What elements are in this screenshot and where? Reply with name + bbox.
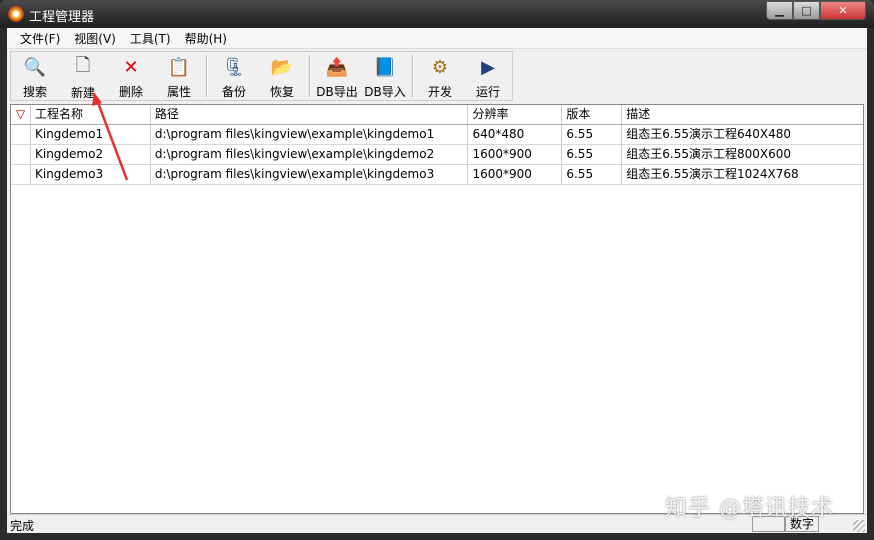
delete-icon: ✕ <box>123 57 139 78</box>
watermark: 知乎 @塔讯技术 <box>665 496 834 521</box>
menu-bar: 文件(F) 视图(V) 工具(T) 帮助(H) <box>7 28 867 49</box>
toolbar-label: 新建 <box>70 86 95 100</box>
row-flag <box>11 165 31 184</box>
toolbar-button-0[interactable]: 🔍 搜索 <box>11 52 59 100</box>
resize-grip[interactable] <box>853 520 865 532</box>
cell: 6.55 <box>562 125 623 144</box>
flag-icon[interactable]: ▽ <box>11 105 31 124</box>
cell: 1600*900 <box>468 165 563 184</box>
menu-help[interactable]: 帮助(H) <box>178 30 234 47</box>
menu-tools[interactable]: 工具(T) <box>123 30 178 47</box>
toolbar-button-2[interactable]: ✕ 删除 <box>107 52 155 100</box>
header-description[interactable]: 描述 <box>622 105 863 124</box>
cell: 组态王6.55演示工程640X480 <box>626 127 792 141</box>
toolbar-label: DB导出 <box>316 85 358 99</box>
toolbar-label: 备份 <box>221 85 246 99</box>
row-flag <box>11 125 31 144</box>
cell: 1600*900 <box>468 145 563 164</box>
minimize-button[interactable]: ▁ <box>766 1 793 20</box>
cell: d:\program files\kingview\example\kingde… <box>151 145 469 164</box>
window-title: 工程管理器 <box>29 10 95 25</box>
properties-icon: 📋 <box>167 57 191 78</box>
header-name[interactable]: 工程名称 <box>31 105 151 124</box>
project-table: ▽ 工程名称 路径 分辨率 版本 描述 Kingdemo1 d:\program … <box>10 104 864 514</box>
toolbar-label: 删除 <box>118 85 143 99</box>
toolbar-button-5[interactable]: 📂 恢复 <box>258 52 306 100</box>
close-button[interactable]: ✕ <box>820 1 866 20</box>
toolbar-label: 开发 <box>427 85 452 99</box>
cell: 组态王6.55演示工程1024X768 <box>626 167 799 181</box>
toolbar-button-7[interactable]: 📘 DB导入 <box>361 52 409 100</box>
db-export-icon: 📤 <box>325 57 349 78</box>
maximize-button[interactable]: □ <box>793 1 820 20</box>
toolbar-label: 运行 <box>475 85 500 99</box>
cell: Kingdemo2 <box>31 145 151 164</box>
search-icon: 🔍 <box>23 57 47 78</box>
cell: 6.55 <box>562 145 623 164</box>
menu-file[interactable]: 文件(F) <box>13 30 67 47</box>
new-file-icon: 🗋 <box>75 55 91 76</box>
toolbar-button-4[interactable]: 🗜 备份 <box>210 52 258 100</box>
toolbar-separator <box>206 55 207 97</box>
table-row[interactable]: Kingdemo3 d:\program files\kingview\examp… <box>11 165 863 185</box>
client-area: 文件(F) 视图(V) 工具(T) 帮助(H) 🔍 搜索 🗋 新建 ✕ 删除 📋 属性 🗜 备份 📂… <box>7 28 867 533</box>
header-path[interactable]: 路径 <box>151 105 469 124</box>
toolbar-label: 属性 <box>166 85 191 99</box>
backup-icon: 🗜 <box>222 57 246 78</box>
title-bar: 工程管理器 ▁ □ ✕ <box>0 0 874 28</box>
cell: d:\program files\kingview\example\kingde… <box>151 125 469 144</box>
toolbar: 🔍 搜索 🗋 新建 ✕ 删除 📋 属性 🗜 备份 📂 恢复 📤 DB导出 📘 DB导入 ⚙ 开发 ▶ 运行 <box>10 51 513 101</box>
toolbar-button-1[interactable]: 🗋 新建 <box>59 52 107 100</box>
cell: Kingdemo3 <box>31 165 151 184</box>
cell: Kingdemo1 <box>31 125 151 144</box>
toolbar-button-9[interactable]: ▶ 运行 <box>464 52 512 100</box>
table-row[interactable]: Kingdemo1 d:\program files\kingview\examp… <box>11 125 863 145</box>
restore-icon: 📂 <box>270 57 294 78</box>
run-icon: ▶ <box>481 57 495 78</box>
cell: 640*480 <box>468 125 563 144</box>
table-row[interactable]: Kingdemo2 d:\program files\kingview\examp… <box>11 145 863 165</box>
toolbar-button-6[interactable]: 📤 DB导出 <box>313 52 361 100</box>
header-resolution[interactable]: 分辨率 <box>468 105 563 124</box>
table-header: ▽ 工程名称 路径 分辨率 版本 描述 <box>11 105 863 125</box>
toolbar-separator <box>412 55 413 97</box>
develop-icon: ⚙ <box>431 57 449 78</box>
toolbar-button-8[interactable]: ⚙ 开发 <box>416 52 464 100</box>
toolbar-label: DB导入 <box>364 85 406 99</box>
toolbar-label: 恢复 <box>269 85 294 99</box>
cell: 组态王6.55演示工程800X600 <box>626 147 792 161</box>
toolbar-separator <box>309 55 310 97</box>
menu-view[interactable]: 视图(V) <box>67 30 123 47</box>
cell: 6.55 <box>562 165 623 184</box>
cell: d:\program files\kingview\example\kingde… <box>151 165 469 184</box>
toolbar-button-3[interactable]: 📋 属性 <box>155 52 203 100</box>
app-icon <box>8 6 24 22</box>
db-import-icon: 📘 <box>373 57 397 78</box>
toolbar-label: 搜索 <box>22 85 47 99</box>
header-version[interactable]: 版本 <box>562 105 623 124</box>
status-text: 完成 <box>10 519 35 533</box>
row-flag <box>11 145 31 164</box>
